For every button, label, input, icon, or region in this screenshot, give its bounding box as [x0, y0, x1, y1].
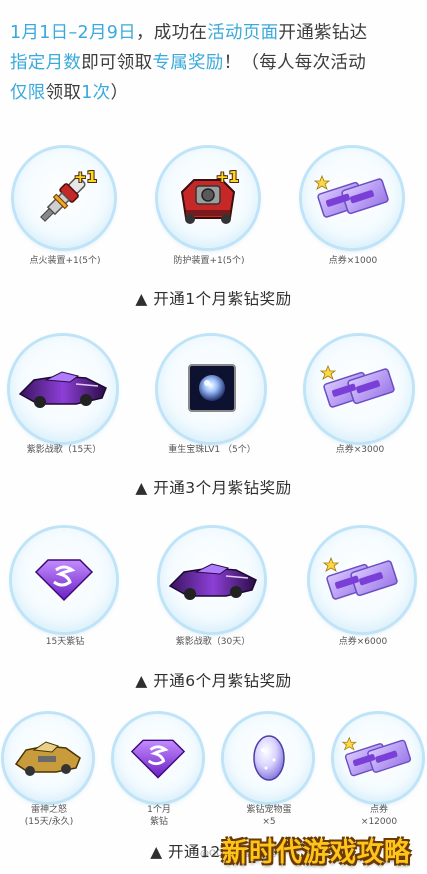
voucher-tickets-icon [321, 552, 403, 608]
plus-one-badge: +1 [216, 168, 240, 186]
reward-caption: 点券 [369, 805, 388, 815]
voucher-tickets-icon [312, 170, 394, 226]
reward-caption: 点券×1000 [328, 256, 378, 266]
reward-caption: 15天紫钻 [45, 637, 85, 647]
reward-caption-sub: ×12000 [360, 817, 398, 827]
reward-caption: 防护装置+1(5个) [173, 256, 245, 266]
reward-item[interactable]: 点券×3000 [306, 336, 414, 455]
pet-egg-icon [252, 730, 286, 782]
reward-item[interactable]: 点券×6000 [310, 528, 416, 647]
purple-race-car-icon [166, 558, 260, 604]
reward-item[interactable]: 重生宝珠LV1 （5个） [158, 336, 266, 455]
section-title: ▲ 开通6个月紫钻奖励 [135, 672, 292, 690]
reward-caption: 紫影战歌（30天） [175, 637, 251, 647]
purple-diamond-icon [130, 738, 186, 780]
reward-caption: 1个月 [147, 805, 171, 815]
reward-caption: 点券×6000 [338, 637, 388, 647]
reward-item[interactable]: 点券×1000 [302, 148, 404, 266]
reward-item[interactable]: +1 防护装置+1(5个) [158, 148, 260, 266]
purple-race-car-icon [16, 366, 110, 412]
reward-item[interactable]: 点券 ×12000 [334, 714, 424, 827]
purple-diamond-icon [34, 558, 94, 602]
voucher-tickets-icon [340, 732, 416, 784]
reward-caption-sub: ×5 [262, 817, 276, 827]
section-title: ▲ 开通3个月紫钻奖励 [135, 479, 292, 497]
date-range: 1月1日–2月9日 [10, 23, 136, 43]
section-title: ▲ 开通1个月紫钻奖励 [135, 290, 292, 308]
reward-item[interactable]: 紫钻宠物蛋 ×5 [224, 714, 314, 827]
reward-caption-sub: (15天/永久) [24, 817, 74, 827]
reward-item[interactable]: 雷神之怒 (15天/永久) [4, 714, 94, 827]
reward-caption-sub: 紫钻 [149, 817, 168, 827]
voucher-tickets-icon [318, 360, 400, 416]
reward-caption: 雷神之怒 [30, 805, 67, 815]
reward-item[interactable]: 紫影战歌（30天） [160, 528, 266, 647]
reward-caption: 紫钻宠物蛋 [246, 805, 292, 815]
thunder-car-icon [12, 738, 84, 780]
reward-caption: 点火装置+1(5个) [29, 256, 101, 266]
reward-caption: 紫影战歌（15天） [26, 445, 102, 455]
activity-page-link: 活动页面 [207, 23, 279, 43]
reward-caption: 重生宝珠LV1 （5个） [168, 445, 256, 455]
reward-item[interactable]: 1个月 紫钻 [114, 714, 204, 827]
site-watermark: 新时代游戏攻略 [222, 838, 412, 868]
reward-item[interactable]: 紫影战歌（15天） [10, 336, 118, 455]
plus-one-badge: +1 [74, 168, 98, 186]
gem-orb-icon [188, 364, 236, 412]
reward-caption: 点券×3000 [335, 445, 385, 455]
reward-item[interactable]: +1 点火装置+1(5个) [14, 148, 116, 266]
reward-item[interactable]: 15天紫钻 [12, 528, 118, 647]
intro-text: 1月1日–2月9日，成功在活动页面开通紫钻达 指定月数即可领取专属奖励！（每人每… [10, 23, 368, 103]
